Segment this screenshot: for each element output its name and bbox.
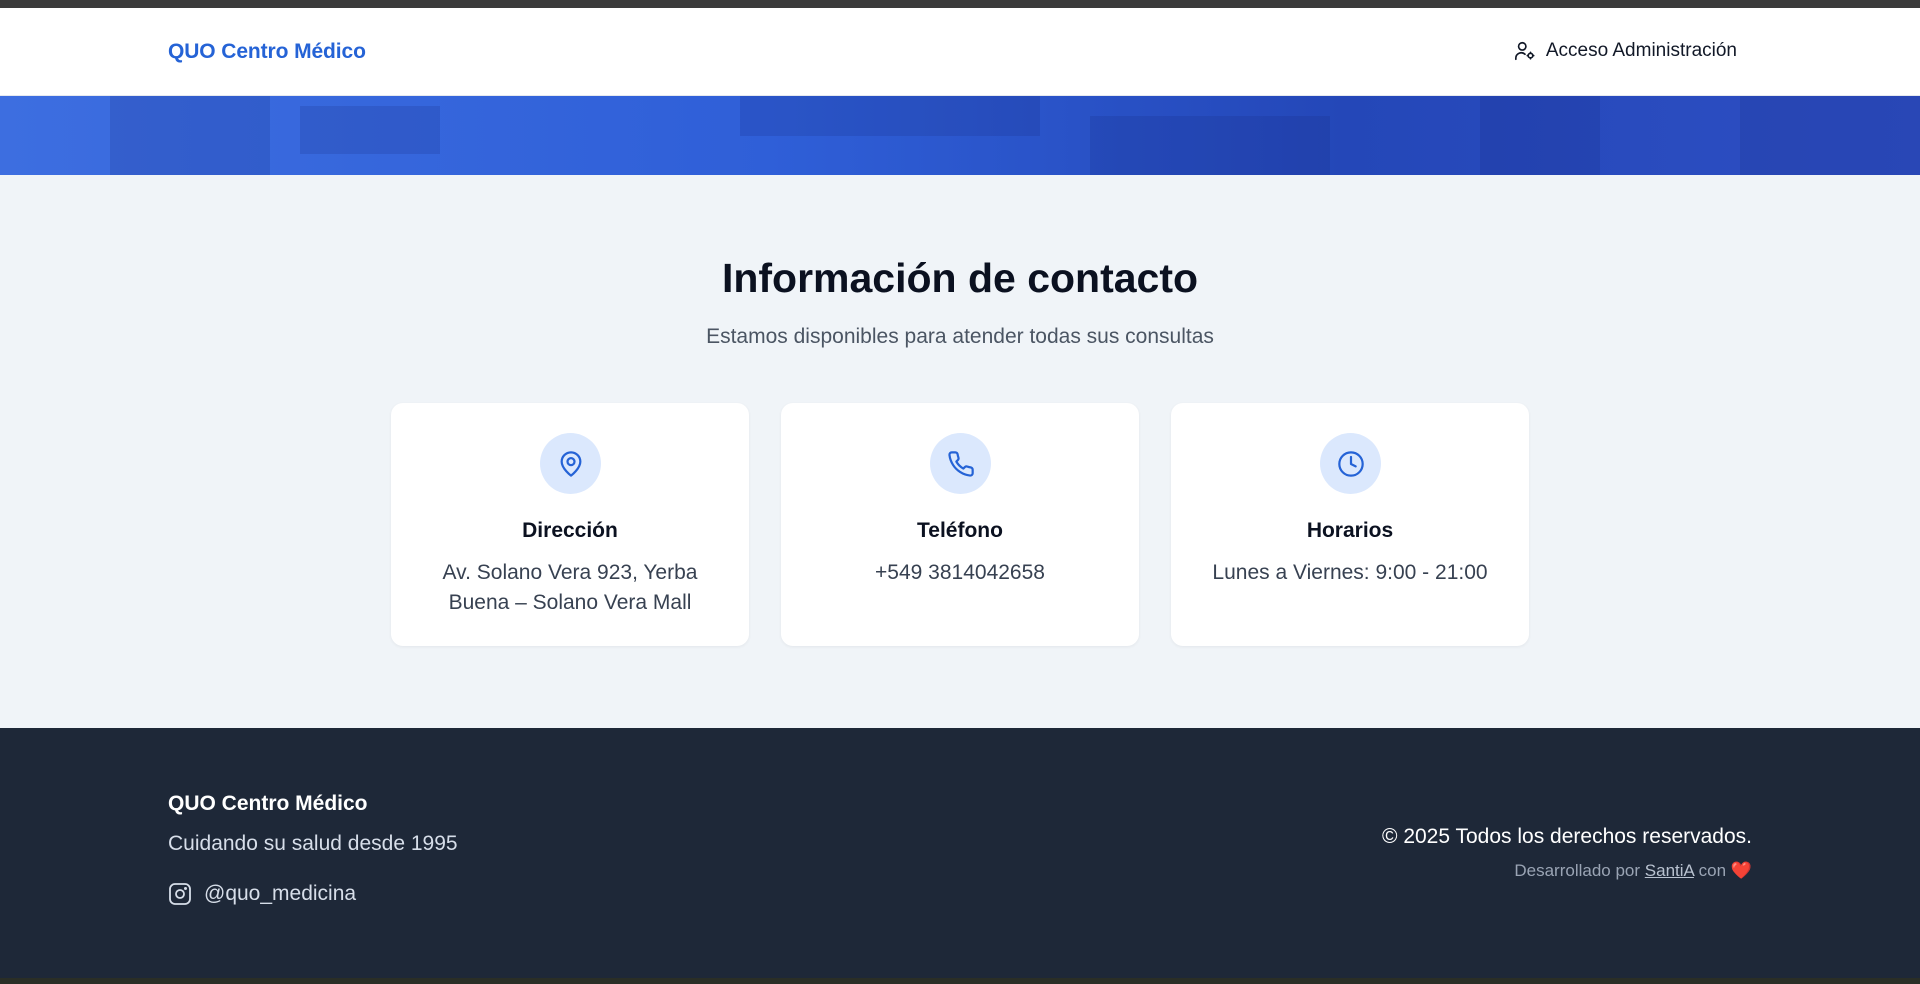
card-value: Av. Solano Vera 923, Yerba Buena – Solan… [442,561,698,614]
window-bottom-strip [0,978,1920,984]
card-phone: Teléfono +549 3814042658 [781,403,1139,646]
admin-access-link[interactable]: Acceso Administración [1514,40,1737,62]
developer-link[interactable]: SantiA [1645,861,1694,880]
user-cog-icon [1514,41,1535,61]
card-title: Teléfono [917,519,1003,542]
heart-icon: ❤️ [1730,861,1752,880]
card-value: Lunes a Viernes: 9:00 - 21:00 [1212,561,1488,584]
developer-suffix: con [1698,861,1727,880]
admin-access-label: Acceso Administración [1545,40,1737,61]
instagram-handle: @quo_medicina [204,882,357,905]
window-top-strip [0,0,1920,8]
contact-section: Información de contacto Estamos disponib… [0,175,1920,728]
developer-credit: Desarrollado por SantiA con ❤️ [1514,861,1752,881]
brand-logo[interactable]: QUO Centro Médico [168,40,366,64]
instagram-link[interactable]: @quo_medicina [168,882,356,906]
clock-icon [1337,450,1364,477]
card-address: Dirección Av. Solano Vera 923, Yerba Bue… [391,403,749,646]
section-subtitle: Estamos disponibles para atender todas s… [706,325,1214,348]
phone-icon [947,450,974,477]
contact-cards: Dirección Av. Solano Vera 923, Yerba Bue… [391,403,1529,646]
footer-brand: QUO Centro Médico [168,792,368,815]
footer-tagline: Cuidando su salud desde 1995 [168,832,458,855]
map-pin-icon [560,450,581,477]
navbar: QUO Centro Médico Acceso Administración [0,8,1920,96]
section-title: Información de contacto [721,255,1199,301]
card-title: Horarios [1306,519,1394,542]
hero-banner [0,96,1920,175]
footer: QUO Centro Médico Cuidando su salud desd… [0,728,1920,978]
card-hours: Horarios Lunes a Viernes: 9:00 - 21:00 [1171,403,1529,646]
card-value[interactable]: +549 3814042658 [821,558,1099,588]
copyright-text: © 2025 Todos los derechos reservados. [1382,825,1752,848]
instagram-icon [169,883,191,905]
card-title: Dirección [522,519,618,542]
developer-prefix: Desarrollado por [1514,861,1641,880]
